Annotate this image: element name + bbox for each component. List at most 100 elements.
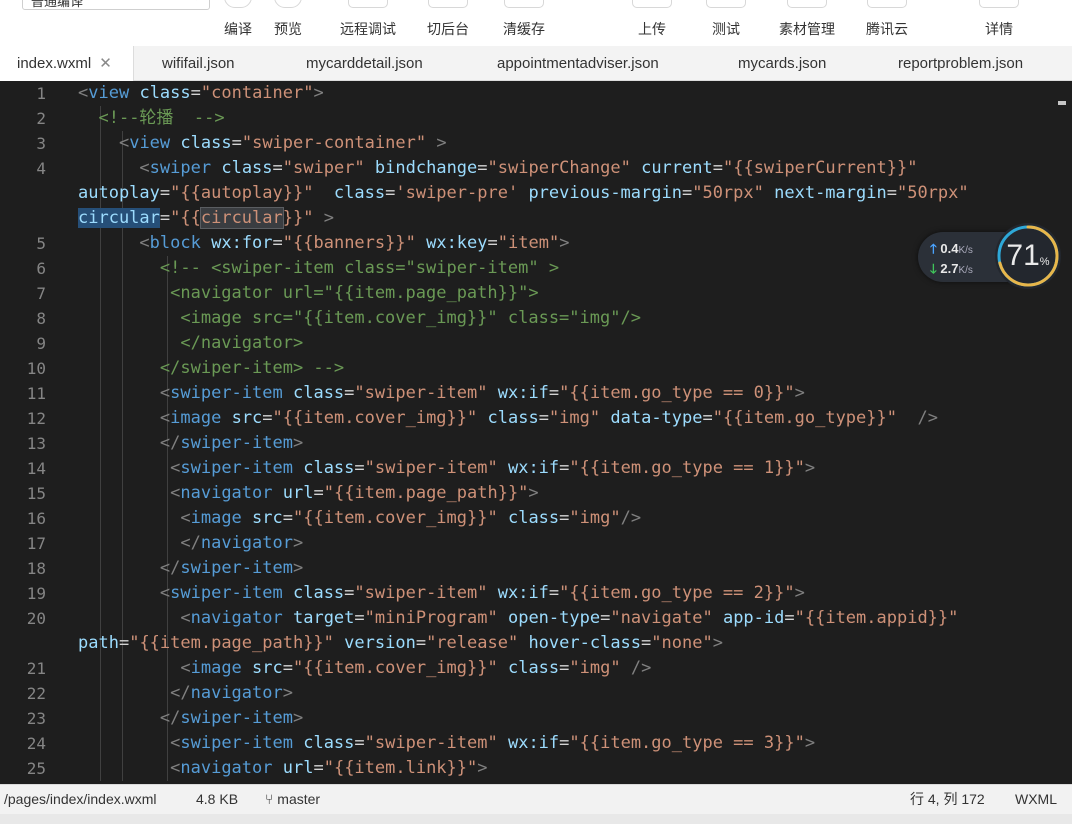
code-token: "{{	[170, 208, 201, 228]
code-line[interactable]: 9 </navigator>	[0, 331, 1072, 356]
upload-label: 上传	[638, 21, 666, 37]
code-text: <swiper class="swiper" bindchange="swipe…	[78, 156, 917, 181]
code-token: }}"	[282, 208, 314, 228]
code-line[interactable]: 8 <image src="{{item.cover_img}}" class=…	[0, 306, 1072, 331]
code-line[interactable]: 12 <image src="{{item.cover_img}}" class…	[0, 406, 1072, 431]
upload-speed-unit: K/s	[958, 245, 973, 256]
code-line[interactable]: 22 </navigator>	[0, 681, 1072, 706]
code-token: "50rpx"	[896, 183, 969, 203]
tab-wififail-json[interactable]: wififail.json	[162, 46, 235, 81]
code-token: </	[159, 708, 181, 728]
code-line[interactable]: 4 <swiper class="swiper" bindchange="swi…	[0, 156, 1072, 181]
code-line[interactable]: 14 <swiper-item class="swiper-item" wx:i…	[0, 456, 1072, 481]
code-line[interactable]: 15 <navigator url="{{item.page_path}}">	[0, 481, 1072, 506]
code-line[interactable]: 24 <swiper-item class="swiper-item" wx:i…	[0, 731, 1072, 756]
window-bottom-edge	[0, 814, 1072, 824]
tab-reportproblem-json[interactable]: reportproblem.json	[898, 46, 1023, 81]
cursor-position[interactable]: 行 4, 列 172	[910, 785, 985, 814]
compile-mode-select[interactable]: 普通编译 ▼	[22, 0, 210, 10]
preview-eye-icon	[274, 0, 302, 8]
code-line[interactable]: 2 <!--轮播 -->	[0, 106, 1072, 131]
code-token: =	[548, 583, 560, 603]
code-token: />	[620, 508, 642, 528]
download-speed-unit: K/s	[958, 265, 973, 276]
code-token: =	[272, 158, 283, 178]
code-token: "container"	[200, 83, 314, 103]
tencent-cloud-button[interactable]: 腾讯云	[860, 0, 914, 46]
code-editor[interactable]: 1 <view class="container"> 2 <!--轮播 --> 3 <…	[0, 81, 1072, 784]
code-line[interactable]: 11 <swiper-item class="swiper-item" wx:i…	[0, 381, 1072, 406]
git-branch[interactable]: ⑂ master	[265, 785, 320, 814]
code-line[interactable]: circular="{{circular}}" >	[0, 206, 1072, 231]
assets-management-button[interactable]: 素材管理	[774, 0, 840, 46]
code-token: block	[149, 233, 201, 253]
code-token: >	[559, 233, 570, 253]
upload-button[interactable]: 上传	[630, 0, 674, 46]
code-line[interactable]: 10 </swiper-item> -->	[0, 356, 1072, 381]
code-token: src	[231, 408, 263, 428]
code-text: <navigator target="miniProgram" open-typ…	[78, 606, 958, 631]
code-text: <swiper-item class="swiper-item" wx:if="…	[78, 456, 815, 481]
code-line[interactable]: 3 <view class="swiper-container" >	[0, 131, 1072, 156]
code-line[interactable]: 16 <image src="{{item.cover_img}}" class…	[0, 506, 1072, 531]
code-token: <	[170, 733, 181, 753]
code-text: <image src="{{item.cover_img}}" class="i…	[78, 656, 651, 681]
code-line[interactable]: path="{{item.page_path}}" version="relea…	[0, 631, 1072, 656]
line-number: 21	[26, 659, 46, 678]
language-mode[interactable]: WXML	[1015, 785, 1057, 814]
chevron-down-icon: ▼	[191, 0, 201, 3]
remote-debug-button[interactable]: 远程调试	[334, 0, 402, 46]
close-icon[interactable]: ✕	[99, 55, 112, 72]
code-token: target	[292, 608, 355, 628]
code-token: <navigator url="{{item.page_path}}">	[170, 283, 539, 303]
code-line[interactable]: 13 </swiper-item>	[0, 431, 1072, 456]
code-line[interactable]: 1 <view class="container">	[0, 81, 1072, 106]
code-text: </navigator>	[78, 681, 293, 706]
tab-mycards-json[interactable]: mycards.json	[738, 46, 826, 81]
code-token: =	[548, 383, 560, 403]
test-button[interactable]: 测试	[704, 0, 748, 46]
clear-cache-button[interactable]: 清缓存	[496, 0, 552, 46]
details-button[interactable]: 详情	[976, 0, 1022, 46]
line-number: 2	[36, 109, 46, 128]
code-token: next-margin	[774, 183, 887, 203]
network-speed-widget[interactable]: 🡑 0.4K/s 🡓 2.7K/s 71%	[918, 222, 1064, 290]
code-line[interactable]: autoplay="{{autoplay}}" class='swiper-pr…	[0, 181, 1072, 206]
upload-icon	[632, 0, 672, 8]
tab-mycarddetail-json[interactable]: mycarddetail.json	[306, 46, 423, 81]
assets-management-label: 素材管理	[779, 21, 835, 37]
compile-button[interactable]: 编译	[218, 0, 258, 46]
code-token: src	[252, 658, 283, 678]
code-line[interactable]: 20 <navigator target="miniProgram" open-…	[0, 606, 1072, 631]
code-token: swiper-item	[180, 433, 293, 453]
tab-index-wxml[interactable]: index.wxml ✕	[0, 46, 134, 81]
file-path[interactable]: /pages/index/index.wxml	[4, 785, 157, 814]
code-line[interactable]: 6 <!-- <swiper-item class="swiper-item" …	[0, 256, 1072, 281]
code-token: <	[180, 658, 191, 678]
code-line[interactable]: 18 </swiper-item>	[0, 556, 1072, 581]
preview-button[interactable]: 预览	[268, 0, 308, 46]
tab-appointmentadviser-json[interactable]: appointmentadviser.json	[497, 46, 659, 81]
line-number: 5	[36, 234, 46, 253]
code-token: =	[477, 158, 488, 178]
code-line[interactable]: 5 <block wx:for="{{banners}}" wx:key="it…	[0, 231, 1072, 256]
code-token: swiper-item	[170, 583, 283, 603]
switch-background-button[interactable]: 切后台	[420, 0, 476, 46]
code-line[interactable]: 7 <navigator url="{{item.page_path}}">	[0, 281, 1072, 306]
preview-label: 预览	[274, 21, 302, 37]
code-line[interactable]: 19 <swiper-item class="swiper-item" wx:i…	[0, 581, 1072, 606]
code-line[interactable]: 25 <navigator url="{{item.link}}">	[0, 756, 1072, 781]
code-line[interactable]: 23 </swiper-item>	[0, 706, 1072, 731]
code-line[interactable]: 17 </navigator>	[0, 531, 1072, 556]
code-line[interactable]: 21 <image src="{{item.cover_img}}" class…	[0, 656, 1072, 681]
code-token: </swiper-item> -->	[159, 358, 345, 378]
